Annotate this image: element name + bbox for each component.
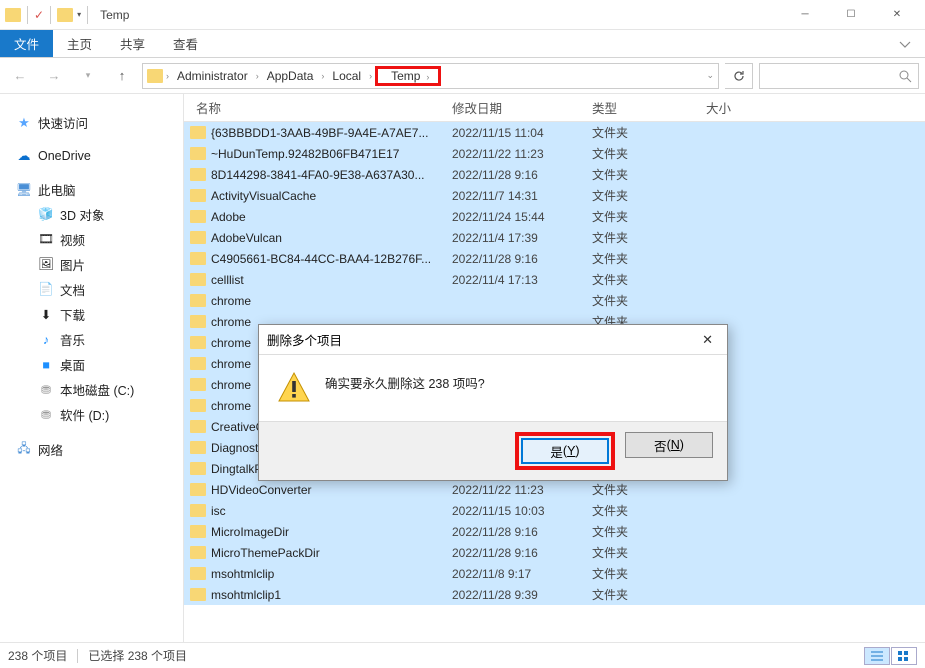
qat-check-icon[interactable]: ✓ [34, 8, 44, 22]
folder-icon [190, 252, 206, 265]
column-type[interactable]: 类型 [592, 98, 706, 117]
table-row[interactable]: msohtmlclip12022/11/28 9:39文件夹 [184, 584, 925, 605]
folder-icon [190, 168, 206, 181]
folder-icon [190, 567, 206, 580]
status-bar: 238 个项目 已选择 238 个项目 [0, 642, 925, 668]
qat-dropdown-icon[interactable]: ▾ [77, 10, 81, 19]
navigation-pane: ★快速访问 ☁OneDrive 🖥此电脑 🧊3D 对象 🎞视频 🖼图片 📄文档 … [0, 94, 184, 642]
tab-share[interactable]: 共享 [106, 30, 159, 57]
folder-icon [190, 231, 206, 244]
sidebar-onedrive[interactable]: ☁OneDrive [0, 145, 183, 167]
dialog-no-button[interactable]: 否(N) [625, 432, 713, 458]
table-row[interactable]: ~HuDunTemp.92482B06FB471E172022/11/22 11… [184, 143, 925, 164]
nav-back-button[interactable]: ← [6, 62, 34, 90]
search-input[interactable] [759, 63, 919, 89]
address-row: ← → ▾ ↑ › Administrator › AppData › Loca… [0, 58, 925, 94]
folder-icon [190, 315, 206, 328]
table-row[interactable]: MicroImageDir2022/11/28 9:16文件夹 [184, 521, 925, 542]
column-headers: 名称 修改日期 类型 大小 [184, 94, 925, 122]
search-icon [898, 69, 912, 83]
folder-icon [190, 210, 206, 223]
crumb-local[interactable]: Local [327, 67, 366, 85]
table-row[interactable]: HDVideoConverter2022/11/22 11:23文件夹 [184, 479, 925, 500]
table-row[interactable]: isc2022/11/15 10:03文件夹 [184, 500, 925, 521]
refresh-button[interactable] [725, 63, 753, 89]
table-row[interactable]: 8D144298-3841-4FA0-9E38-A637A30...2022/1… [184, 164, 925, 185]
sidebar-3d-objects[interactable]: 🧊3D 对象 [0, 202, 183, 227]
sidebar-disk-c[interactable]: ⛃本地磁盘 (C:) [0, 377, 183, 402]
folder-icon [190, 483, 206, 496]
folder-icon [190, 399, 206, 412]
maximize-button[interactable]: ☐ [828, 0, 874, 30]
crumb-temp[interactable]: Temp [386, 67, 425, 85]
tab-view[interactable]: 查看 [159, 30, 212, 57]
dialog-yes-button[interactable]: 是(Y) [521, 438, 609, 464]
delete-confirm-dialog: 删除多个项目 ✕ 确实要永久删除这 238 项吗? 是(Y) 否(N) [258, 324, 728, 481]
column-name[interactable]: 名称 [184, 98, 452, 117]
crumb-administrator[interactable]: Administrator [172, 67, 253, 85]
table-row[interactable]: AdobeVulcan2022/11/4 17:39文件夹 [184, 227, 925, 248]
tab-file[interactable]: 文件 [0, 30, 53, 57]
minimize-button[interactable]: ─ [782, 0, 828, 30]
folder-icon [190, 357, 206, 370]
sidebar-network[interactable]: 🖧网络 [0, 437, 183, 462]
folder-icon [190, 294, 206, 307]
folder-icon [190, 462, 206, 475]
folder-icon [190, 420, 206, 433]
column-date[interactable]: 修改日期 [452, 98, 592, 117]
window-titlebar: ✓ ▾ Temp ─ ☐ ✕ [0, 0, 925, 30]
view-icons-button[interactable] [891, 647, 917, 665]
sidebar-music[interactable]: ♪音乐 [0, 327, 183, 352]
dialog-title: 删除多个项目 [267, 330, 342, 349]
column-size[interactable]: 大小 [706, 98, 806, 117]
table-row[interactable]: C4905661-BC84-44CC-BAA4-12B276F...2022/1… [184, 248, 925, 269]
folder-icon [190, 441, 206, 454]
table-row[interactable]: ActivityVisualCache2022/11/7 14:31文件夹 [184, 185, 925, 206]
table-row[interactable]: Adobe2022/11/24 15:44文件夹 [184, 206, 925, 227]
tab-home[interactable]: 主页 [53, 30, 106, 57]
ribbon-tabs: 文件 主页 共享 查看 [0, 30, 925, 58]
folder-icon [190, 336, 206, 349]
sidebar-pictures[interactable]: 🖼图片 [0, 252, 183, 277]
warning-icon [277, 371, 311, 405]
window-icon [5, 8, 21, 22]
address-folder-icon [147, 69, 163, 83]
sidebar-quick-access[interactable]: ★快速访问 [0, 110, 183, 135]
view-details-button[interactable] [864, 647, 890, 665]
dialog-message: 确实要永久删除这 238 项吗? [325, 371, 485, 405]
close-button[interactable]: ✕ [874, 0, 920, 30]
status-selected-count: 已选择 238 个项目 [88, 647, 187, 664]
address-dropdown-icon[interactable]: ⌄ [706, 70, 714, 81]
nav-up-button[interactable]: ↑ [108, 62, 136, 90]
sidebar-downloads[interactable]: ⬇下载 [0, 302, 183, 327]
sidebar-documents[interactable]: 📄文档 [0, 277, 183, 302]
window-title: Temp [100, 8, 129, 22]
folder-icon [190, 588, 206, 601]
table-row[interactable]: {63BBBDD1-3AAB-49BF-9A4E-A7AE7...2022/11… [184, 122, 925, 143]
status-item-count: 238 个项目 [8, 647, 67, 664]
qat-folder-icon[interactable] [57, 8, 73, 22]
nav-forward-button[interactable]: → [40, 62, 68, 90]
dialog-close-button[interactable]: ✕ [696, 330, 719, 350]
sidebar-disk-d[interactable]: ⛃软件 (D:) [0, 402, 183, 427]
sidebar-this-pc[interactable]: 🖥此电脑 [0, 177, 183, 202]
folder-icon [190, 525, 206, 538]
crumb-appdata[interactable]: AppData [262, 67, 319, 85]
ribbon-expand-button[interactable] [885, 30, 925, 57]
folder-icon [190, 126, 206, 139]
address-bar[interactable]: › Administrator › AppData › Local › Temp… [142, 63, 719, 89]
folder-icon [190, 147, 206, 160]
table-row[interactable]: celllist2022/11/4 17:13文件夹 [184, 269, 925, 290]
table-row[interactable]: MicroThemePackDir2022/11/28 9:16文件夹 [184, 542, 925, 563]
folder-icon [190, 273, 206, 286]
folder-icon [190, 378, 206, 391]
folder-icon [190, 546, 206, 559]
table-row[interactable]: chrome文件夹 [184, 290, 925, 311]
folder-icon [190, 189, 206, 202]
nav-recent-button[interactable]: ▾ [74, 62, 102, 90]
sidebar-desktop[interactable]: ■桌面 [0, 352, 183, 377]
sidebar-videos[interactable]: 🎞视频 [0, 227, 183, 252]
table-row[interactable]: msohtmlclip2022/11/8 9:17文件夹 [184, 563, 925, 584]
folder-icon [190, 504, 206, 517]
